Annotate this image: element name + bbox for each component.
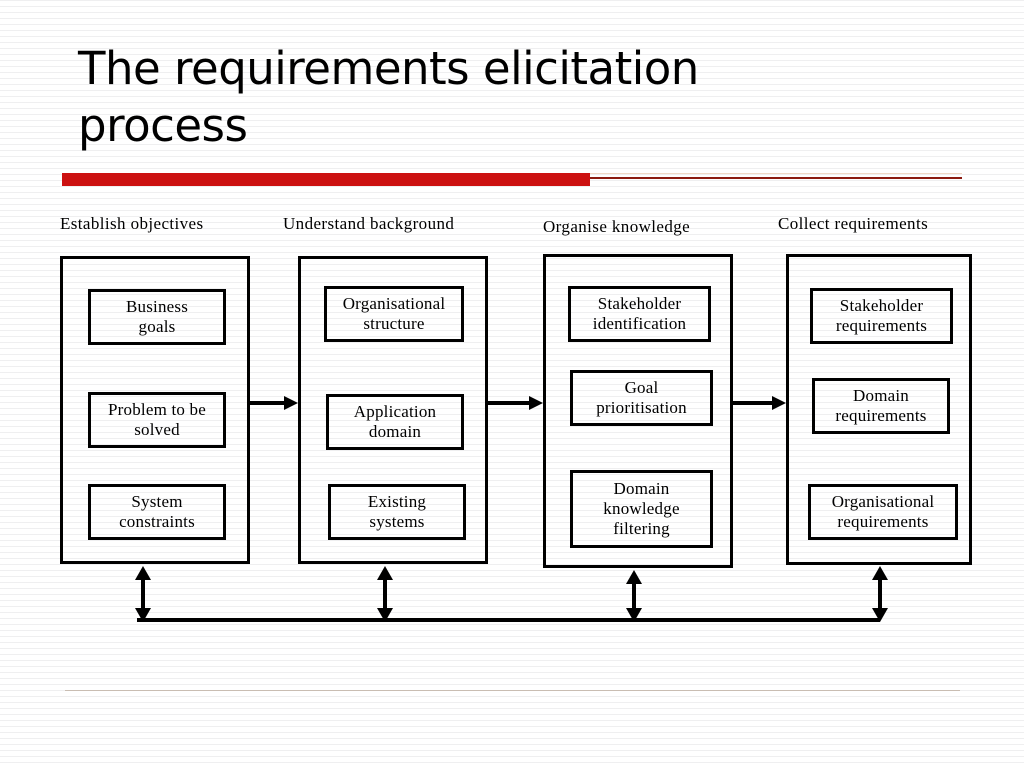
item-domain-requirements[interactable]: Domain requirements xyxy=(812,378,950,434)
item-organisational-structure[interactable]: Organisational structure xyxy=(324,286,464,342)
arrow-stage1-to-stage2 xyxy=(250,396,298,410)
feedback-arrow-stage3 xyxy=(626,570,642,622)
item-business-goals[interactable]: Business goals xyxy=(88,289,226,345)
item-system-constraints[interactable]: System constraints xyxy=(88,484,226,540)
footer-divider xyxy=(65,690,960,691)
feedback-arrow-stage4 xyxy=(872,566,888,622)
stage-label-establish-objectives: Establish objectives xyxy=(60,214,204,233)
item-problem-to-be-solved-label: Problem to be solved xyxy=(108,400,206,439)
item-system-constraints-label: System constraints xyxy=(119,492,195,531)
item-goal-prioritisation-label: Goal prioritisation xyxy=(596,378,687,417)
item-business-goals-label: Business goals xyxy=(125,297,189,336)
item-application-domain[interactable]: Application domain xyxy=(326,394,464,450)
item-stakeholder-identification-label: Stakeholder identification xyxy=(592,294,687,333)
item-organisational-structure-label: Organisational structure xyxy=(342,294,446,333)
item-existing-systems[interactable]: Existing systems xyxy=(328,484,466,540)
stage-label-collect-requirements: Collect requirements xyxy=(778,214,929,233)
feedback-loop-line xyxy=(137,618,880,622)
item-stakeholder-identification[interactable]: Stakeholder identification xyxy=(568,286,711,342)
requirements-elicitation-diagram: Establish objectives Understand backgrou… xyxy=(0,0,1024,768)
feedback-arrow-stage1 xyxy=(135,566,151,622)
item-problem-to-be-solved[interactable]: Problem to be solved xyxy=(88,392,226,448)
item-stakeholder-requirements[interactable]: Stakeholder requirements xyxy=(810,288,953,344)
arrow-stage2-to-stage3 xyxy=(488,396,543,410)
item-domain-requirements-label: Domain requirements xyxy=(835,386,927,425)
item-stakeholder-requirements-label: Stakeholder requirements xyxy=(835,296,928,335)
feedback-arrow-stage2 xyxy=(377,566,393,622)
stage-label-organise-knowledge: Organise knowledge xyxy=(543,217,691,236)
item-domain-knowledge-filtering[interactable]: Domain knowledge filtering xyxy=(570,470,713,548)
item-goal-prioritisation[interactable]: Goal prioritisation xyxy=(570,370,713,426)
item-domain-knowledge-filtering-label: Domain knowledge filtering xyxy=(603,479,680,538)
arrow-stage3-to-stage4 xyxy=(733,396,786,410)
item-application-domain-label: Application domain xyxy=(353,402,437,441)
item-organisational-requirements-label: Organisational requirements xyxy=(831,492,935,531)
stage-label-understand-background: Understand background xyxy=(283,214,455,233)
item-organisational-requirements[interactable]: Organisational requirements xyxy=(808,484,958,540)
item-existing-systems-label: Existing systems xyxy=(367,492,427,531)
